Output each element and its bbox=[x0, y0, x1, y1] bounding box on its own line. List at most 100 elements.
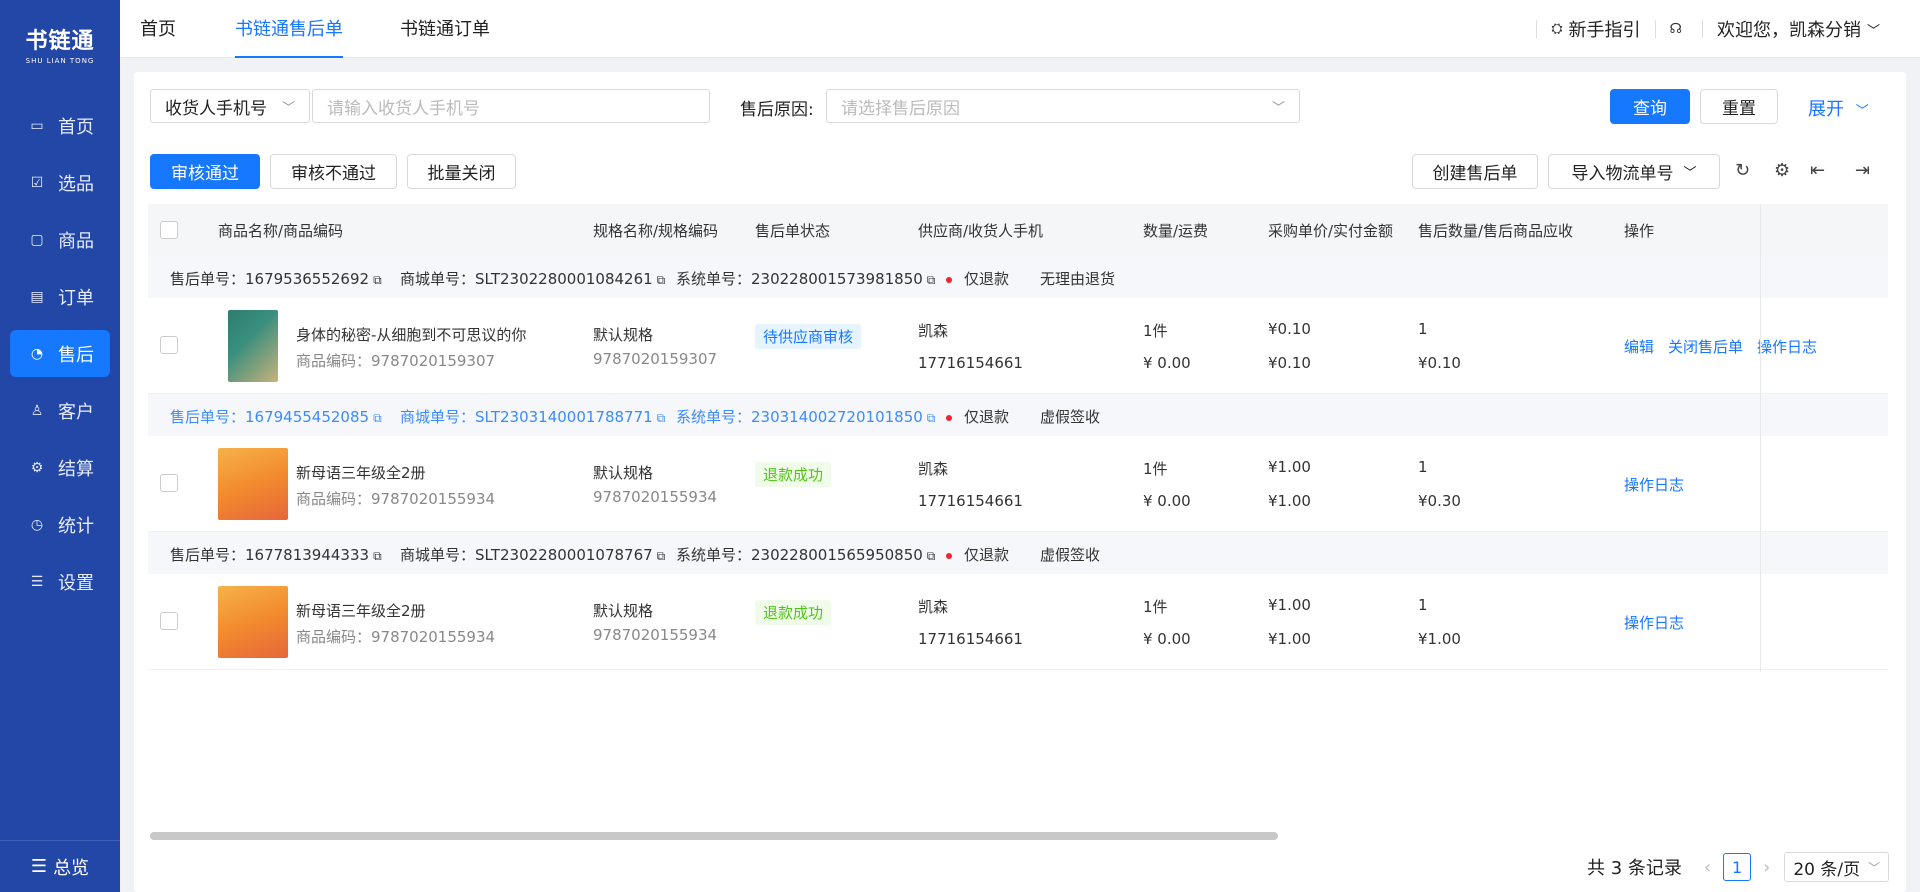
page-size-select[interactable]: 20 条/页 ﹀ bbox=[1784, 852, 1890, 882]
paid-amount: ¥1.00 bbox=[1268, 630, 1311, 648]
mall-order-number[interactable]: 商城单号：SLT2303140001788771 ⧉ bbox=[400, 406, 665, 427]
mall-order-number[interactable]: 商城单号：SLT2302280001078767 ⧉ bbox=[400, 544, 665, 565]
copy-icon[interactable]: ⧉ bbox=[373, 549, 382, 563]
order-group-header: 售后单号：1679536552692 ⧉ 商城单号：SLT2302280001084… bbox=[148, 256, 1888, 298]
product-thumbnail[interactable] bbox=[218, 448, 288, 520]
after-sale-reason: 虚假签收 bbox=[1040, 408, 1101, 426]
select-icon: ☑ bbox=[30, 174, 44, 191]
reset-button[interactable]: 重置 bbox=[1700, 89, 1778, 124]
product-name[interactable]: 新母语三年级全2册 bbox=[296, 462, 426, 483]
after-sales-table: 商品名称/商品编码 规格名称/规格编码 售后单状态 供应商/收货人手机 数量/运… bbox=[148, 204, 1888, 672]
after-sale-number[interactable]: 售后单号：1677813944333 ⧉ bbox=[170, 544, 382, 565]
sidebar-item-customer[interactable]: ♙ 客户 bbox=[10, 387, 110, 434]
import-logistics-button[interactable]: 导入物流单号 ﹀ bbox=[1548, 154, 1720, 189]
copy-icon[interactable]: ⧉ bbox=[657, 549, 666, 563]
reject-button[interactable]: 审核不通过 bbox=[270, 154, 397, 189]
mall-order-number[interactable]: 商城单号：SLT2302280001084261 ⧉ bbox=[400, 268, 665, 289]
expand-button[interactable]: 展开 ﹀ bbox=[1808, 95, 1869, 121]
sidebar-item-chart[interactable]: ◷ 统计 bbox=[10, 501, 110, 548]
system-order-number[interactable]: 系统单号：230228001573981850 ⧉ bbox=[676, 268, 935, 289]
next-page-button[interactable]: › bbox=[1763, 857, 1770, 878]
reason-placeholder: 请选择售后原因 bbox=[841, 98, 960, 119]
query-button[interactable]: 查询 bbox=[1610, 89, 1690, 124]
settle-icon: ⚙ bbox=[30, 459, 44, 476]
prev-page-button[interactable]: ‹ bbox=[1704, 857, 1711, 878]
paid-amount: ¥1.00 bbox=[1268, 492, 1311, 510]
action-link[interactable]: 编辑 bbox=[1624, 336, 1654, 357]
page-1-button[interactable]: 1 bbox=[1723, 853, 1752, 881]
table-row[interactable]: 新母语三年级全2册 商品编码：9787020155934 默认规格 978702015… bbox=[148, 574, 1888, 670]
receiver-phone: 17716154661 bbox=[918, 492, 1023, 510]
status-dot bbox=[946, 414, 952, 421]
table-row[interactable]: 新母语三年级全2册 商品编码：9787020155934 默认规格 978702015… bbox=[148, 436, 1888, 532]
system-order-number[interactable]: 系统单号：230228001565950850 ⧉ bbox=[676, 544, 935, 565]
after-sale-number[interactable]: 售后单号：1679455452085 ⧉ bbox=[170, 406, 382, 427]
copy-icon[interactable]: ⧉ bbox=[373, 273, 382, 287]
copy-icon[interactable]: ⧉ bbox=[927, 273, 936, 287]
select-all-checkbox[interactable] bbox=[160, 221, 178, 239]
row-checkbox[interactable] bbox=[160, 336, 178, 354]
action-link[interactable]: 操作日志 bbox=[1757, 336, 1817, 357]
status-badge: 待供应商审核 bbox=[755, 324, 862, 349]
table-row[interactable]: 身体的秘密-从细胞到不可思议的你 商品编码：9787020159307 默认规格 97… bbox=[148, 298, 1888, 394]
overview-button[interactable]: ☰ 总览 bbox=[0, 840, 120, 892]
refresh-icon[interactable]: ↻ bbox=[1735, 160, 1750, 181]
guide-link[interactable]: 新手指引 bbox=[1569, 16, 1641, 42]
batch-close-button[interactable]: 批量关闭 bbox=[407, 154, 516, 189]
after-sale-number[interactable]: 售后单号：1679536552692 ⧉ bbox=[170, 268, 382, 289]
status-badge: 退款成功 bbox=[755, 462, 832, 487]
quantity: 1件 bbox=[1143, 460, 1168, 478]
approve-button[interactable]: 审核通过 bbox=[150, 154, 260, 189]
refund-type: 仅退款 bbox=[946, 406, 1009, 427]
copy-icon[interactable]: ⧉ bbox=[927, 549, 936, 563]
logo-title: 书链通 bbox=[25, 29, 95, 54]
sidebar-item-settings[interactable]: ☰ 设置 bbox=[10, 558, 110, 605]
product-thumbnail[interactable] bbox=[228, 310, 278, 382]
headset-icon[interactable]: ☊ bbox=[1670, 21, 1682, 37]
row-checkbox[interactable] bbox=[160, 474, 178, 492]
phone-input[interactable]: 请输入收货人手机号 bbox=[312, 89, 710, 123]
headset-icon: ◔ bbox=[30, 345, 44, 362]
after-sale-receivable: ¥0.30 bbox=[1418, 492, 1461, 510]
sidebar-item-label: 订单 bbox=[58, 287, 94, 309]
sidebar-item-settle[interactable]: ⚙ 结算 bbox=[10, 444, 110, 491]
action-link[interactable]: 操作日志 bbox=[1624, 612, 1684, 633]
refund-type: 仅退款 bbox=[946, 268, 1009, 289]
order-group-header: 售后单号：1677813944333 ⧉ 商城单号：SLT2302280001078… bbox=[148, 532, 1888, 574]
product-thumbnail[interactable] bbox=[218, 586, 288, 658]
chevron-down-icon[interactable]: ﹀ bbox=[1867, 20, 1880, 39]
product-name[interactable]: 身体的秘密-从细胞到不可思议的你 bbox=[296, 324, 526, 345]
tab-home[interactable]: 首页 bbox=[140, 0, 176, 58]
copy-icon[interactable]: ⧉ bbox=[657, 273, 666, 287]
column-collapse-icon[interactable]: ⇤ bbox=[1810, 160, 1825, 181]
sidebar-item-select[interactable]: ☑ 选品 bbox=[10, 159, 110, 206]
order-icon: ▤ bbox=[30, 288, 44, 305]
tab-orders[interactable]: 书链通订单 bbox=[400, 0, 490, 58]
freight: ¥ 0.00 bbox=[1143, 492, 1191, 510]
sidebar-item-label: 客户 bbox=[58, 401, 94, 423]
col-spec: 规格名称/规格编码 bbox=[593, 222, 719, 240]
product-code: 商品编码：9787020159307 bbox=[296, 352, 496, 370]
gear-icon[interactable]: ⚙ bbox=[1774, 160, 1790, 181]
row-checkbox[interactable] bbox=[160, 612, 178, 630]
create-after-sale-button[interactable]: 创建售后单 bbox=[1412, 154, 1538, 189]
tab-after-sales[interactable]: 书链通售后单 bbox=[235, 0, 343, 58]
sidebar-item-headset[interactable]: ◔ 售后 bbox=[10, 330, 110, 377]
sidebar-item-label: 商品 bbox=[58, 230, 94, 252]
sidebar-item-monitor[interactable]: ▭ 首页 bbox=[10, 102, 110, 149]
phone-type-select[interactable]: 收货人手机号 ﹀ bbox=[150, 89, 310, 123]
sidebar-item-order[interactable]: ▤ 订单 bbox=[10, 273, 110, 320]
export-icon[interactable]: ⇥ bbox=[1855, 160, 1870, 181]
copy-icon[interactable]: ⧉ bbox=[927, 411, 936, 425]
sidebar-item-box[interactable]: ▢ 商品 bbox=[10, 216, 110, 263]
user-menu[interactable]: 欢迎您，凯森分销 bbox=[1717, 16, 1861, 42]
product-name[interactable]: 新母语三年级全2册 bbox=[296, 600, 426, 621]
horizontal-scrollbar[interactable] bbox=[150, 832, 1278, 840]
system-order-number[interactable]: 系统单号：230314002720101850 ⧉ bbox=[676, 406, 935, 427]
copy-icon[interactable]: ⧉ bbox=[373, 411, 382, 425]
reason-select[interactable]: 请选择售后原因 ﹀ bbox=[826, 89, 1300, 123]
action-link[interactable]: 操作日志 bbox=[1624, 474, 1684, 495]
logo[interactable]: 书链通 SHU LIAN TONG bbox=[0, 0, 120, 88]
action-link[interactable]: 关闭售后单 bbox=[1668, 336, 1743, 357]
copy-icon[interactable]: ⧉ bbox=[657, 411, 666, 425]
